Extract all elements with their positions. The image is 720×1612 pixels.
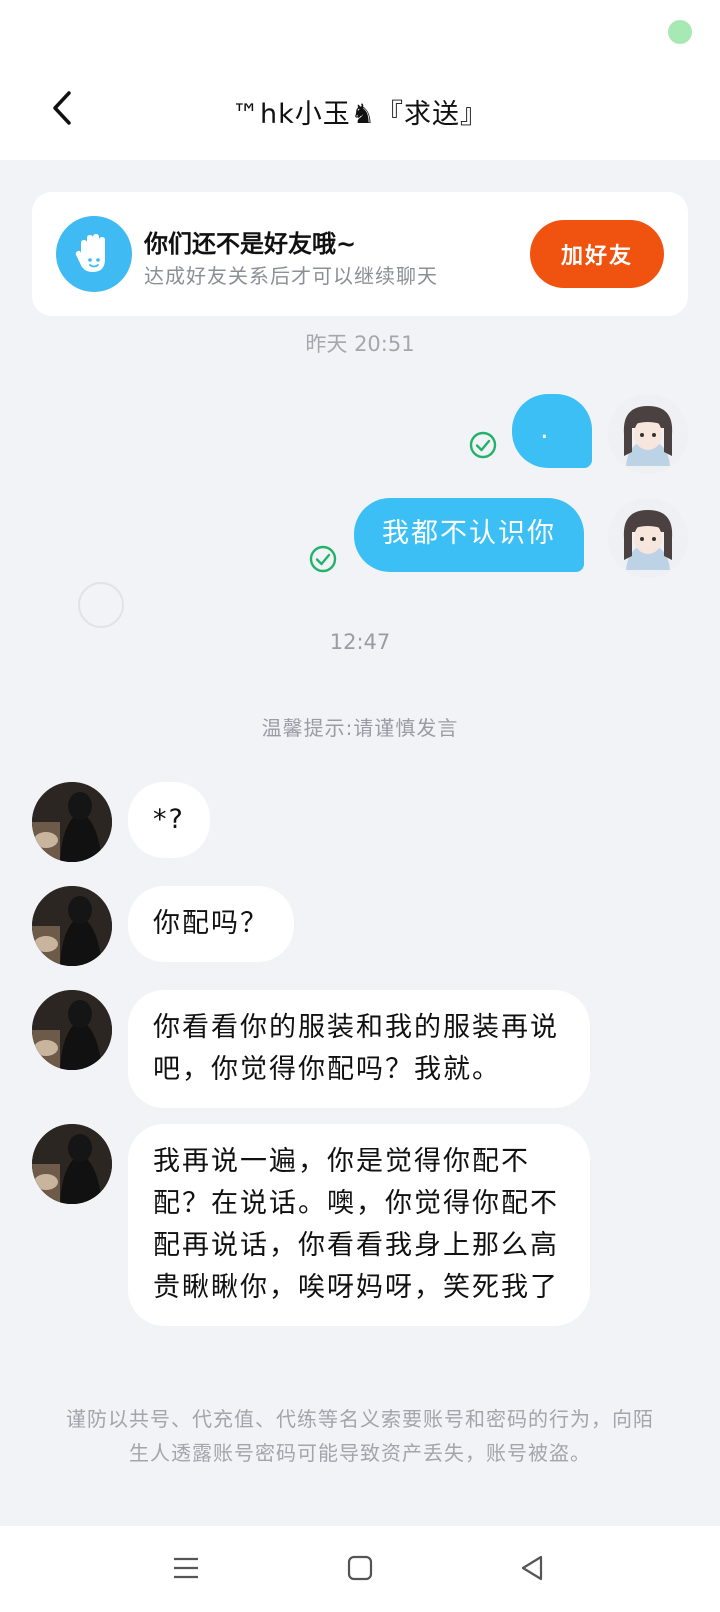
- my-avatar[interactable]: [608, 498, 688, 578]
- my-avatar[interactable]: [608, 394, 688, 474]
- contact-avatar[interactable]: [32, 782, 112, 862]
- waving-hand-icon: [56, 216, 132, 292]
- outgoing-message[interactable]: .: [512, 394, 592, 468]
- home-button[interactable]: [340, 1548, 380, 1588]
- card-title: 你们还不是好友哦~: [144, 230, 357, 258]
- not-friends-card: 你们还不是好友哦~ 达成好友关系后才可以继续聊天 加好友: [32, 192, 688, 316]
- sent-check-icon: [468, 430, 498, 460]
- incoming-message[interactable]: 你配吗？: [128, 886, 294, 962]
- status-indicator-dot: [668, 20, 692, 44]
- system-nav-bar: [0, 1526, 720, 1612]
- back-button[interactable]: [40, 86, 84, 130]
- timestamp: 12:47: [329, 630, 391, 654]
- home-square-icon: [347, 1555, 373, 1581]
- menu-icon: [174, 1557, 198, 1579]
- incoming-message[interactable]: 我再说一遍，你是觉得你配不配？在说话。噢，你觉得你配不配再说话，你看看我身上那么…: [128, 1124, 590, 1326]
- contact-avatar[interactable]: [32, 990, 112, 1070]
- chat-header: ™hk小玉♞『求送』: [0, 62, 720, 160]
- add-friend-button[interactable]: 加好友: [530, 220, 664, 288]
- chat-title: ™hk小玉♞『求送』: [232, 99, 488, 130]
- status-bar: [0, 0, 720, 62]
- chevron-left-icon: [53, 91, 71, 125]
- back-nav-button[interactable]: [512, 1548, 552, 1588]
- card-subtitle: 达成好友关系后才可以继续聊天: [144, 264, 438, 288]
- timestamp-partial: 昨天 20:51: [305, 334, 415, 356]
- contact-avatar[interactable]: [32, 1124, 112, 1204]
- sent-check-icon: [308, 544, 338, 574]
- back-triangle-icon: [521, 1555, 543, 1581]
- outgoing-message[interactable]: 我都不认识你: [354, 498, 584, 572]
- menu-button[interactable]: [166, 1548, 206, 1588]
- contact-avatar[interactable]: [32, 886, 112, 966]
- loading-circle: [78, 582, 124, 628]
- security-notice: 谨防以共号、代充值、代练等名义索要账号和密码的行为，向陌生人透露账号密码可能导致…: [66, 1407, 654, 1465]
- incoming-message[interactable]: *?: [128, 782, 210, 858]
- incoming-message[interactable]: 你看看你的服装和我的服装再说吧，你觉得你配吗？我就。: [128, 990, 590, 1108]
- system-tip: 温馨提示:请谨慎发言: [261, 716, 459, 740]
